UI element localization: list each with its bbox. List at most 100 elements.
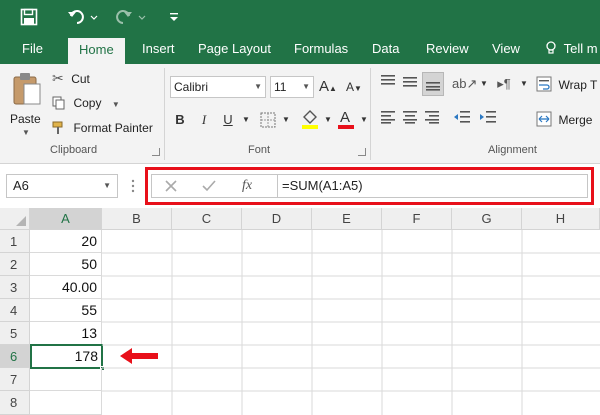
orientation-icon[interactable]: ab↗ (452, 74, 477, 94)
grid-lines (102, 230, 600, 415)
paste-label: Paste (10, 112, 41, 126)
lightbulb-icon (546, 36, 558, 62)
cell-a2[interactable]: 50 (30, 253, 102, 276)
group-divider (164, 68, 165, 160)
enter-icon[interactable] (200, 177, 218, 195)
copy-button[interactable]: Copy ▼ (52, 94, 120, 112)
tab-page-layout[interactable]: Page Layout (198, 36, 271, 64)
tab-file[interactable]: File (22, 36, 43, 64)
column-header-c[interactable]: C (172, 208, 242, 230)
format-painter-label: Format Painter (73, 121, 153, 135)
align-left-icon[interactable] (378, 110, 398, 130)
select-all-corner[interactable] (0, 208, 30, 230)
alignment-group-label: Alignment (488, 144, 537, 156)
merge-button[interactable]: Merge (536, 111, 592, 132)
row-header-7[interactable]: 7 (0, 368, 30, 391)
save-icon[interactable] (20, 8, 38, 28)
fill-color-icon[interactable] (300, 108, 320, 129)
svg-text:A: A (340, 109, 350, 126)
row-header-8[interactable]: 8 (0, 391, 30, 415)
font-color-icon[interactable]: A (336, 108, 356, 129)
cell-a8[interactable] (30, 391, 102, 415)
redo-icon[interactable] (114, 8, 148, 28)
customize-icon[interactable] (168, 8, 180, 28)
borders-icon[interactable] (258, 110, 278, 130)
font-size-select[interactable]: 11 ▼ (270, 76, 314, 98)
tab-review[interactable]: Review (426, 36, 469, 64)
chevron-down-icon: ▼ (22, 128, 30, 137)
chevron-down-icon[interactable]: ▼ (318, 110, 338, 130)
undo-icon[interactable] (66, 8, 100, 28)
cell-a4[interactable]: 55 (30, 299, 102, 322)
cell-a1[interactable]: 20 (30, 230, 102, 253)
cell-a5[interactable]: 13 (30, 322, 102, 345)
chevron-down-icon[interactable]: ▼ (236, 110, 256, 130)
row-header-5[interactable]: 5 (0, 322, 30, 345)
italic-button[interactable]: I (194, 110, 214, 130)
column-header-f[interactable]: F (382, 208, 452, 230)
paintbrush-icon (52, 121, 66, 140)
font-name-select[interactable]: Calibri ▼ (170, 76, 266, 98)
insert-function-icon[interactable]: fx (242, 175, 262, 197)
bold-button[interactable]: B (170, 110, 190, 130)
font-launcher-icon[interactable] (358, 148, 366, 156)
tab-data[interactable]: Data (372, 36, 399, 64)
align-center-icon[interactable] (400, 110, 420, 130)
tab-insert[interactable]: Insert (142, 36, 175, 64)
column-header-g[interactable]: G (452, 208, 522, 230)
row-header-6[interactable]: 6 (0, 345, 30, 368)
cut-button[interactable]: ✂ Cut (52, 70, 90, 88)
cancel-icon[interactable] (162, 177, 180, 195)
font-name-value: Calibri (174, 80, 209, 94)
paragraph-direction-icon[interactable]: ▸¶ (494, 74, 514, 94)
formula-input[interactable]: =SUM(A1:A5) (277, 175, 587, 197)
column-header-h[interactable]: H (522, 208, 600, 230)
worksheet-grid: A B C D E F G H 1 2 3 4 5 6 7 8 20 50 40… (0, 208, 600, 415)
cell-a6[interactable]: 178 (30, 344, 103, 369)
tab-view[interactable]: View (492, 36, 520, 64)
align-right-icon[interactable] (422, 110, 442, 130)
increase-indent-icon[interactable] (478, 110, 498, 130)
clipboard-group-label: Clipboard (50, 144, 98, 156)
name-box[interactable]: A6 ▼ (6, 174, 118, 198)
decrease-font-icon[interactable]: A▼ (344, 77, 364, 97)
increase-font-icon[interactable]: A▲ (318, 77, 338, 97)
title-bar (0, 0, 600, 36)
copy-label: Copy (73, 96, 102, 110)
chevron-down-icon[interactable]: ▼ (474, 74, 494, 94)
paste-button[interactable]: Paste ▼ (8, 70, 46, 140)
chevron-down-icon[interactable]: ▼ (276, 110, 296, 130)
column-header-d[interactable]: D (242, 208, 312, 230)
cell-a7[interactable] (30, 368, 102, 391)
wrap-text-label: Wrap T (558, 78, 598, 92)
tab-home[interactable]: Home (68, 38, 125, 64)
wrap-text-button[interactable]: Wrap T (536, 76, 597, 97)
row-header-1[interactable]: 1 (0, 230, 30, 253)
ribbon: Paste ▼ ✂ Cut Copy ▼ Format Painter Clip… (0, 64, 600, 164)
column-header-b[interactable]: B (102, 208, 172, 230)
row-header-4[interactable]: 4 (0, 299, 30, 322)
name-box-value: A6 (13, 178, 29, 193)
clipboard-launcher-icon[interactable] (152, 148, 160, 156)
column-header-e[interactable]: E (312, 208, 382, 230)
tab-formulas[interactable]: Formulas (294, 36, 348, 64)
column-header-a[interactable]: A (30, 208, 102, 230)
row-header-3[interactable]: 3 (0, 276, 30, 299)
merge-icon (536, 111, 552, 132)
ribbon-tabs: File Home Insert Page Layout Formulas Da… (0, 36, 600, 64)
drag-handle-icon[interactable] (131, 177, 135, 195)
chevron-down-icon[interactable]: ▼ (514, 74, 534, 94)
underline-button[interactable]: U (218, 110, 238, 130)
row-header-2[interactable]: 2 (0, 253, 30, 276)
align-top-icon[interactable] (378, 74, 398, 94)
cut-label: Cut (71, 72, 90, 86)
cell-a3[interactable]: 40.00 (30, 276, 102, 299)
align-middle-icon[interactable] (400, 74, 420, 94)
format-painter-button[interactable]: Format Painter (52, 119, 153, 137)
chevron-down-icon[interactable]: ▼ (354, 110, 374, 130)
wrap-text-icon (536, 76, 552, 97)
align-bottom-icon[interactable] (422, 72, 444, 96)
scissors-icon: ✂ (52, 70, 64, 86)
tell-me-search[interactable]: Tell m (546, 36, 598, 64)
decrease-indent-icon[interactable] (452, 110, 472, 130)
